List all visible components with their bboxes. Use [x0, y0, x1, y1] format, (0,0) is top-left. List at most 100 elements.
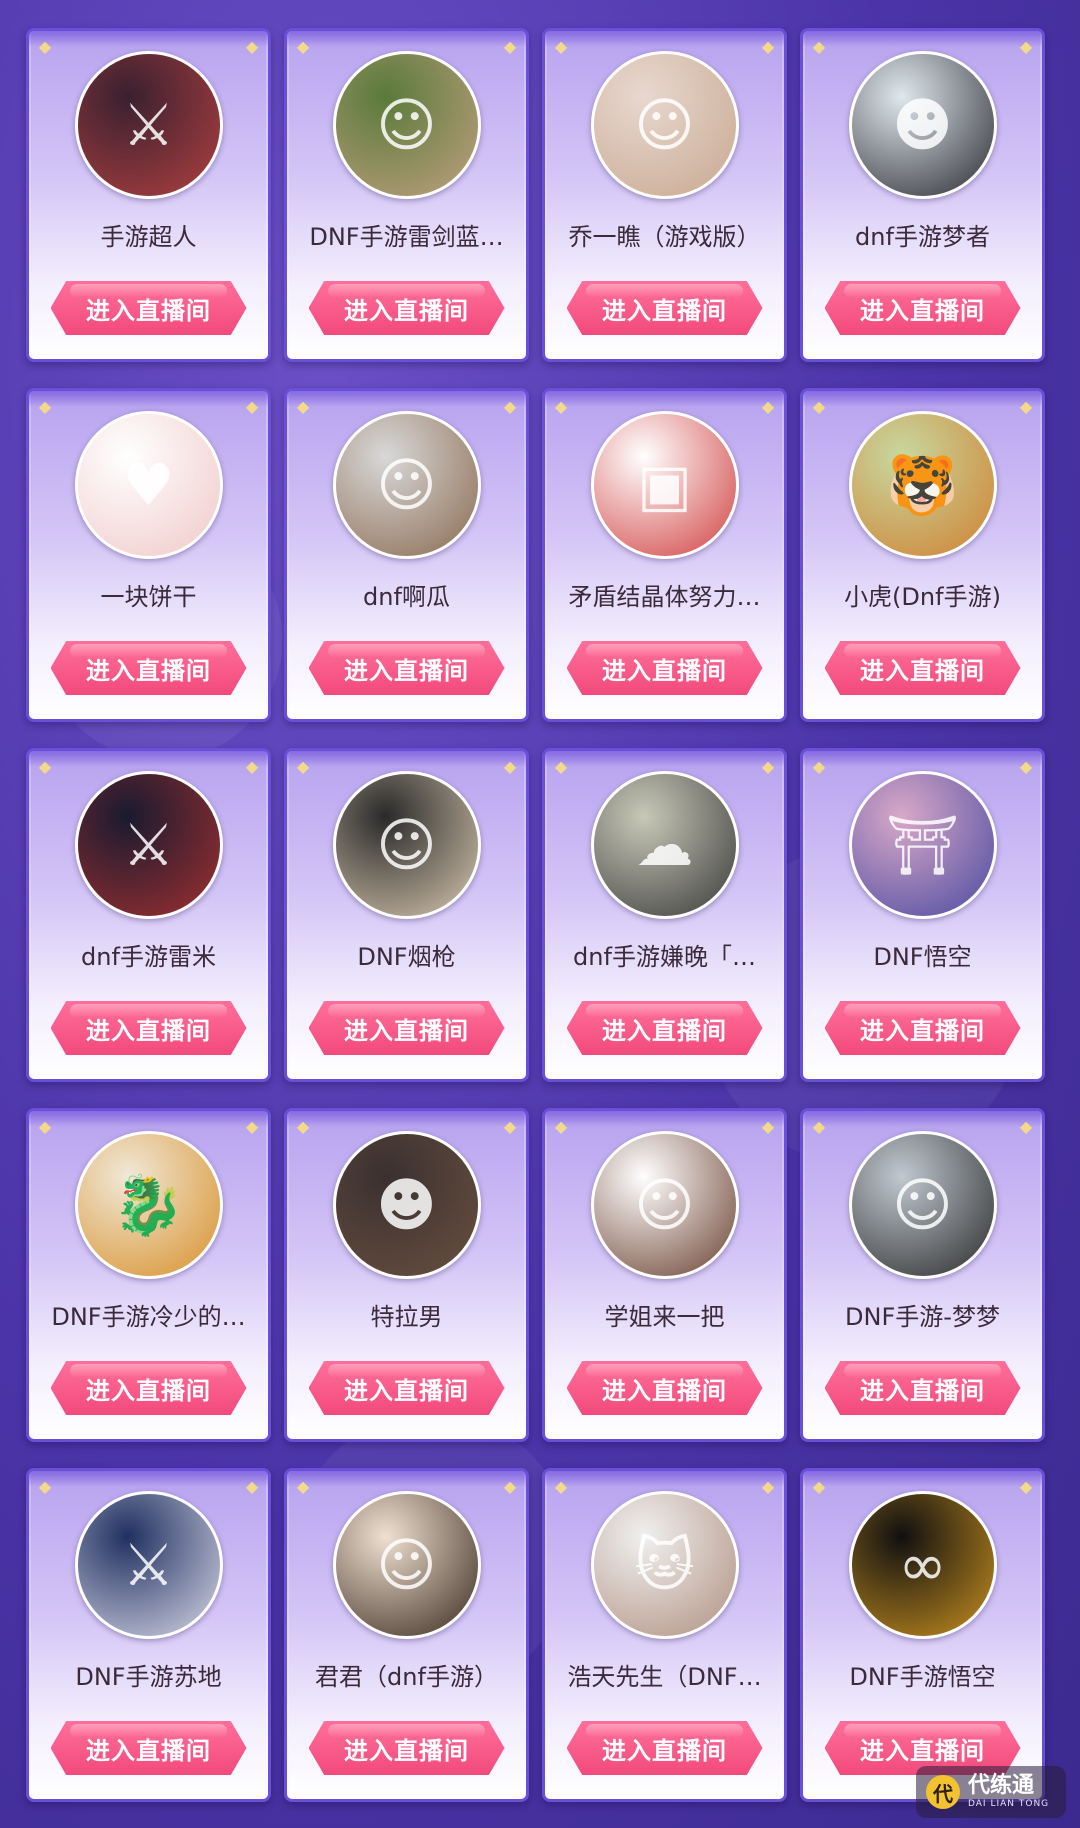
- corner-gem-icon: ◆: [245, 1477, 259, 1496]
- enter-live-room-button[interactable]: 进入直播间: [824, 281, 1021, 335]
- pixel-character-avatar[interactable]: ▣: [590, 411, 739, 559]
- enter-live-room-button[interactable]: 进入直播间: [566, 641, 763, 695]
- enter-live-room-button[interactable]: 进入直播间: [566, 1361, 763, 1415]
- corner-gem-icon: ◆: [554, 1477, 568, 1496]
- corner-gem-icon: ◆: [245, 37, 259, 56]
- game-scene-avatar[interactable]: ⛩: [848, 771, 997, 919]
- enter-live-room-button[interactable]: 进入直播间: [50, 1721, 247, 1775]
- corner-gem-icon: ◆: [1019, 757, 1033, 776]
- game-character-avatar[interactable]: ⚔: [74, 1491, 223, 1639]
- corner-gem-icon: ◆: [38, 757, 52, 776]
- enter-live-room-button[interactable]: 进入直播间: [50, 1001, 247, 1055]
- enter-live-room-button[interactable]: 进入直播间: [308, 1001, 505, 1055]
- corner-gem-icon: ◆: [812, 1477, 826, 1496]
- corner-gem-icon: ◆: [812, 1117, 826, 1136]
- game-character-avatar[interactable]: ⚔: [74, 771, 223, 919]
- streamer-name: 学姐来一把: [604, 1303, 725, 1331]
- streamer-name: 小虎(Dnf手游): [844, 583, 1001, 611]
- streamer-name: DNF手游苏地: [75, 1663, 222, 1691]
- streamer-card[interactable]: ◆ ◆ ☺ dnf啊瓜 进入直播间: [284, 388, 529, 722]
- enter-live-room-button[interactable]: 进入直播间: [308, 641, 505, 695]
- watermark-subtitle: DAI LIAN TONG: [968, 1799, 1050, 1809]
- streamer-card[interactable]: ◆ ◆ 🐱 浩天先生（DNF… 进入直播间: [542, 1468, 787, 1802]
- streamer-card[interactable]: ◆ ◆ ☺ DNF手游雷剑蓝… 进入直播间: [284, 28, 529, 362]
- streamer-grid: ◆ ◆ ⚔ 手游超人 进入直播间 ◆ ◆ ☺ DNF手游雷剑蓝… 进入直播间 ◆ ◆ ☺ 乔一瞧（游戏版）…: [26, 28, 1045, 1802]
- streamer-card[interactable]: ◆ ◆ 🐉 DNF手游冷少的… 进入直播间: [26, 1108, 271, 1442]
- game-character-avatar[interactable]: ⚔: [74, 51, 223, 199]
- corner-gem-icon: ◆: [503, 1117, 517, 1136]
- streamer-card[interactable]: ◆ ◆ ⚔ 手游超人 进入直播间: [26, 28, 271, 362]
- enter-live-room-button[interactable]: 进入直播间: [308, 1361, 505, 1415]
- woman-photo-icon: ☺: [892, 1171, 953, 1239]
- enter-live-room-button[interactable]: 进入直播间: [566, 1001, 763, 1055]
- man-selfie-avatar[interactable]: ☺: [332, 411, 481, 559]
- corner-gem-icon: ◆: [812, 37, 826, 56]
- streamer-name: DNF手游悟空: [849, 1663, 996, 1691]
- streamer-card[interactable]: ◆ ◆ 🐯 小虎(Dnf手游) 进入直播间: [800, 388, 1045, 722]
- enter-live-room-button[interactable]: 进入直播间: [566, 1721, 763, 1775]
- streamer-name: dnf啊瓜: [363, 583, 450, 611]
- corner-gem-icon: ◆: [38, 1117, 52, 1136]
- anime-girl-avatar[interactable]: ☺: [590, 1131, 739, 1279]
- streamer-card[interactable]: ◆ ◆ ♥ 一块饼干 进入直播间: [26, 388, 271, 722]
- streamer-card[interactable]: ◆ ◆ ☻ 特拉男 进入直播间: [284, 1108, 529, 1442]
- corner-gem-icon: ◆: [761, 397, 775, 416]
- streamer-card[interactable]: ◆ ◆ ☺ 君君（dnf手游） 进入直播间: [284, 1468, 529, 1802]
- corner-gem-icon: ◆: [503, 757, 517, 776]
- anime-girl-avatar[interactable]: ☺: [332, 1491, 481, 1639]
- streamer-card[interactable]: ◆ ◆ ⛩ DNF悟空 进入直播间: [800, 748, 1045, 1082]
- tiger-icon: 🐯: [886, 450, 959, 519]
- tiger-avatar[interactable]: 🐯: [848, 411, 997, 559]
- streamer-card[interactable]: ◆ ◆ ☁ dnf手游嫌晚「… 进入直播间: [542, 748, 787, 1082]
- streamer-name: DNF手游-梦梦: [845, 1303, 1000, 1331]
- corner-gem-icon: ◆: [761, 1477, 775, 1496]
- woman-photo-avatar[interactable]: ☺: [848, 1131, 997, 1279]
- enter-live-room-button[interactable]: 进入直播间: [824, 641, 1021, 695]
- streamer-card[interactable]: ◆ ◆ ☻ dnf手游梦者 进入直播间: [800, 28, 1045, 362]
- cat-avatar[interactable]: 🐱: [590, 1491, 739, 1639]
- corner-gem-icon: ◆: [761, 1117, 775, 1136]
- anime-girl-icon: ☺: [376, 1531, 437, 1599]
- streamer-card[interactable]: ◆ ◆ ▣ 矛盾结晶体努力… 进入直播间: [542, 388, 787, 722]
- anime-man-icon: ☻: [376, 1171, 437, 1239]
- enter-live-room-button[interactable]: 进入直播间: [824, 1361, 1021, 1415]
- enter-live-room-button[interactable]: 进入直播间: [50, 641, 247, 695]
- enter-live-room-button[interactable]: 进入直播间: [50, 1361, 247, 1415]
- streamer-card[interactable]: ◆ ◆ ∞ DNF手游悟空 进入直播间: [800, 1468, 1045, 1802]
- streamer-card[interactable]: ◆ ◆ ☺ DNF手游-梦梦 进入直播间: [800, 1108, 1045, 1442]
- anime-man-avatar[interactable]: ☻: [332, 1131, 481, 1279]
- cat-icon: 🐱: [634, 1531, 695, 1599]
- anime-girl-icon: ☺: [634, 1171, 695, 1239]
- cartoon-girl-icon: ♥: [122, 451, 175, 519]
- corner-gem-icon: ◆: [554, 757, 568, 776]
- anime-boy-avatar[interactable]: ☻: [848, 51, 997, 199]
- enter-live-room-button[interactable]: 进入直播间: [308, 281, 505, 335]
- streamer-name: DNF悟空: [873, 943, 972, 971]
- corner-gem-icon: ◆: [503, 1477, 517, 1496]
- enter-live-room-button[interactable]: 进入直播间: [566, 281, 763, 335]
- streamer-name: dnf手游梦者: [855, 223, 990, 251]
- man-photo-avatar[interactable]: ☺: [332, 51, 481, 199]
- corner-gem-icon: ◆: [812, 397, 826, 416]
- corner-gem-icon: ◆: [503, 397, 517, 416]
- gold-spirals-avatar[interactable]: ∞: [848, 1491, 997, 1639]
- enter-live-room-button[interactable]: 进入直播间: [50, 281, 247, 335]
- streamer-card[interactable]: ◆ ◆ ☺ 学姐来一把 进入直播间: [542, 1108, 787, 1442]
- streamer-card[interactable]: ◆ ◆ ☺ 乔一瞧（游戏版） 进入直播间: [542, 28, 787, 362]
- streamer-card[interactable]: ◆ ◆ ☺ DNF烟枪 进入直播间: [284, 748, 529, 1082]
- woman-photo-avatar[interactable]: ☺: [590, 51, 739, 199]
- corner-gem-icon: ◆: [296, 1117, 310, 1136]
- streamer-card[interactable]: ◆ ◆ ⚔ DNF手游苏地 进入直播间: [26, 1468, 271, 1802]
- corner-gem-icon: ◆: [245, 1117, 259, 1136]
- man-photo-icon: ☺: [376, 811, 437, 879]
- game-character-icon: ⚔: [122, 811, 175, 879]
- enter-live-room-button[interactable]: 进入直播间: [308, 1721, 505, 1775]
- streamer-card[interactable]: ◆ ◆ ⚔ dnf手游雷米 进入直播间: [26, 748, 271, 1082]
- watermark-text: 代练通 DAI LIAN TONG: [968, 1774, 1049, 1810]
- man-photo-avatar[interactable]: ☺: [332, 771, 481, 919]
- golden-dragon-avatar[interactable]: 🐉: [74, 1131, 223, 1279]
- cartoon-girl-avatar[interactable]: ♥: [74, 411, 223, 559]
- car-window-avatar[interactable]: ☁: [590, 771, 739, 919]
- corner-gem-icon: ◆: [503, 37, 517, 56]
- enter-live-room-button[interactable]: 进入直播间: [824, 1001, 1021, 1055]
